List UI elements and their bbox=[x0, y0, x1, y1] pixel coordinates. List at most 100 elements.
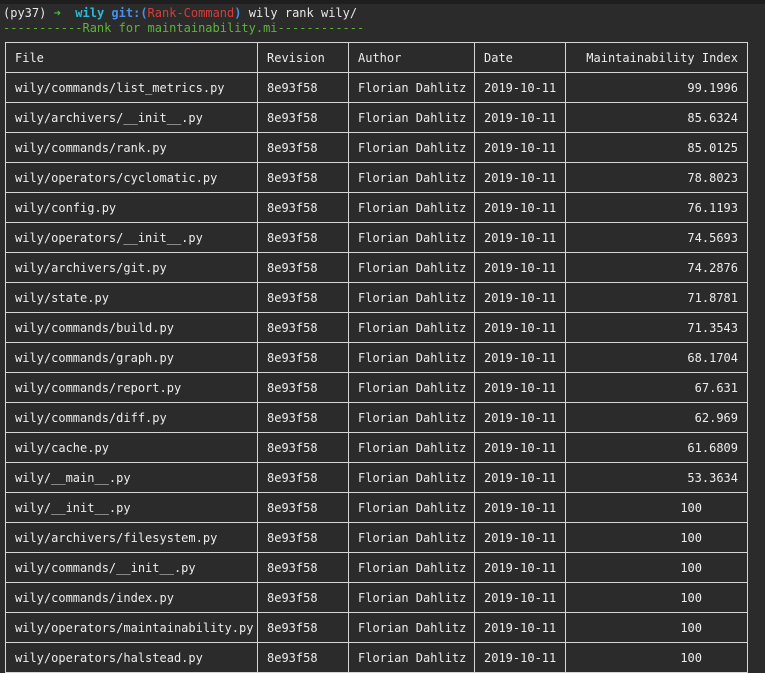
mi-cell: 100 bbox=[565, 552, 748, 583]
mi-cell: 74.5693 bbox=[565, 222, 748, 253]
date-cell: 2019-10-11 bbox=[474, 282, 566, 313]
author-cell: Florian Dahlitz bbox=[348, 222, 475, 253]
file-cell: wily/__init__.py bbox=[5, 492, 258, 523]
git-branch: Rank-Command bbox=[147, 6, 235, 20]
author-cell: Florian Dahlitz bbox=[348, 642, 475, 673]
revision-cell: 8e93f58 bbox=[257, 372, 349, 403]
author-cell: Florian Dahlitz bbox=[348, 522, 475, 553]
author-cell: Florian Dahlitz bbox=[348, 252, 475, 283]
table-row: wily/__init__.py 8e93f58 Florian Dahlitz 20… bbox=[5, 492, 748, 523]
author-cell: Florian Dahlitz bbox=[348, 582, 475, 613]
table-row: wily/state.py 8e93f58 Florian Dahlitz 2019-… bbox=[5, 282, 748, 313]
table-row: wily/operators/__init__.py 8e93f58 Florian… bbox=[5, 222, 748, 253]
file-cell: wily/archivers/__init__.py bbox=[5, 102, 258, 133]
date-cell: 2019-10-11 bbox=[474, 462, 566, 493]
file-cell: wily/__main__.py bbox=[5, 462, 258, 493]
table-row: wily/archivers/git.py 8e93f58 Florian Dahl… bbox=[5, 252, 748, 283]
shell-prompt-line: (py37) ➜ wily git:(Rank-Command) wily ra… bbox=[3, 5, 357, 21]
date-cell: 2019-10-11 bbox=[474, 342, 566, 373]
author-cell: Florian Dahlitz bbox=[348, 282, 475, 313]
revision-cell: 8e93f58 bbox=[257, 462, 349, 493]
file-cell: wily/operators/cyclomatic.py bbox=[5, 162, 258, 193]
date-cell: 2019-10-11 bbox=[474, 582, 566, 613]
revision-cell: 8e93f58 bbox=[257, 522, 349, 553]
table-row: wily/commands/diff.py 8e93f58 Florian Dahl… bbox=[5, 402, 748, 433]
table-row: wily/commands/report.py 8e93f58 Florian Da… bbox=[5, 372, 748, 403]
author-cell: Florian Dahlitz bbox=[348, 162, 475, 193]
revision-cell: 8e93f58 bbox=[257, 162, 349, 193]
table-row: wily/commands/build.py 8e93f58 Florian Dah… bbox=[5, 312, 748, 343]
revision-cell: 8e93f58 bbox=[257, 72, 349, 103]
file-cell: wily/commands/index.py bbox=[5, 582, 258, 613]
date-cell: 2019-10-11 bbox=[474, 72, 566, 103]
date-cell: 2019-10-11 bbox=[474, 132, 566, 163]
file-cell: wily/config.py bbox=[5, 192, 258, 223]
date-cell: 2019-10-11 bbox=[474, 162, 566, 193]
date-cell: 2019-10-11 bbox=[474, 492, 566, 523]
revision-cell: 8e93f58 bbox=[257, 282, 349, 313]
author-cell: Florian Dahlitz bbox=[348, 312, 475, 343]
revision-cell: 8e93f58 bbox=[257, 552, 349, 583]
revision-cell: 8e93f58 bbox=[257, 582, 349, 613]
author-cell: Florian Dahlitz bbox=[348, 132, 475, 163]
author-cell: Florian Dahlitz bbox=[348, 402, 475, 433]
mi-cell: 100 bbox=[565, 612, 748, 643]
revision-cell: 8e93f58 bbox=[257, 492, 349, 523]
date-cell: 2019-10-11 bbox=[474, 642, 566, 673]
date-cell: 2019-10-11 bbox=[474, 102, 566, 133]
author-cell: Florian Dahlitz bbox=[348, 372, 475, 403]
rank-table: File Revision Author Date Maintainabilit… bbox=[5, 42, 748, 673]
file-cell: wily/commands/graph.py bbox=[5, 342, 258, 373]
author-cell: Florian Dahlitz bbox=[348, 342, 475, 373]
header-file: File bbox=[5, 42, 258, 73]
git-label-close: ) bbox=[234, 6, 242, 20]
file-cell: wily/commands/rank.py bbox=[5, 132, 258, 163]
date-cell: 2019-10-11 bbox=[474, 552, 566, 583]
mi-cell: 68.1704 bbox=[565, 342, 748, 373]
file-cell: wily/archivers/git.py bbox=[5, 252, 258, 283]
shell-command: wily rank wily/ bbox=[248, 6, 358, 20]
table-row: wily/cache.py 8e93f58 Florian Dahlitz 2019-… bbox=[5, 432, 748, 463]
file-cell: wily/operators/__init__.py bbox=[5, 222, 258, 253]
revision-cell: 8e93f58 bbox=[257, 252, 349, 283]
table-row: wily/commands/rank.py 8e93f58 Florian Dahl… bbox=[5, 132, 748, 163]
author-cell: Florian Dahlitz bbox=[348, 492, 475, 523]
mi-cell: 100 bbox=[565, 522, 748, 553]
revision-cell: 8e93f58 bbox=[257, 222, 349, 253]
file-cell: wily/commands/build.py bbox=[5, 312, 258, 343]
table-row: wily/commands/index.py 8e93f58 Florian Dah… bbox=[5, 582, 748, 613]
date-cell: 2019-10-11 bbox=[474, 432, 566, 463]
date-cell: 2019-10-11 bbox=[474, 372, 566, 403]
table-row: wily/config.py 8e93f58 Florian Dahlitz 2019… bbox=[5, 192, 748, 223]
table-row: wily/operators/cyclomatic.py 8e93f58 Flori… bbox=[5, 162, 748, 193]
table-header-row: File Revision Author Date Maintainabilit… bbox=[5, 42, 748, 73]
file-cell: wily/operators/maintainability.py bbox=[5, 612, 258, 643]
date-cell: 2019-10-11 bbox=[474, 402, 566, 433]
virtualenv-label: (py37) bbox=[3, 6, 47, 20]
table-row: wily/operators/halstead.py 8e93f58 Florian… bbox=[5, 642, 748, 673]
mi-cell: 53.3634 bbox=[565, 462, 748, 493]
file-cell: wily/state.py bbox=[5, 282, 258, 313]
file-cell: wily/cache.py bbox=[5, 432, 258, 463]
file-cell: wily/commands/diff.py bbox=[5, 402, 258, 433]
revision-cell: 8e93f58 bbox=[257, 132, 349, 163]
revision-cell: 8e93f58 bbox=[257, 612, 349, 643]
author-cell: Florian Dahlitz bbox=[348, 102, 475, 133]
author-cell: Florian Dahlitz bbox=[348, 612, 475, 643]
header-date: Date bbox=[474, 42, 566, 73]
date-cell: 2019-10-11 bbox=[474, 192, 566, 223]
file-cell: wily/commands/list_metrics.py bbox=[5, 72, 258, 103]
date-cell: 2019-10-11 bbox=[474, 522, 566, 553]
date-cell: 2019-10-11 bbox=[474, 252, 566, 283]
revision-cell: 8e93f58 bbox=[257, 102, 349, 133]
mi-cell: 67.631 bbox=[565, 372, 748, 403]
file-cell: wily/commands/report.py bbox=[5, 372, 258, 403]
mi-cell: 85.6324 bbox=[565, 102, 748, 133]
author-cell: Florian Dahlitz bbox=[348, 552, 475, 583]
git-label: git:( bbox=[111, 6, 148, 20]
prompt-arrow-icon: ➜ bbox=[53, 6, 61, 20]
revision-cell: 8e93f58 bbox=[257, 342, 349, 373]
mi-cell: 71.3543 bbox=[565, 312, 748, 343]
file-cell: wily/operators/halstead.py bbox=[5, 642, 258, 673]
revision-cell: 8e93f58 bbox=[257, 642, 349, 673]
